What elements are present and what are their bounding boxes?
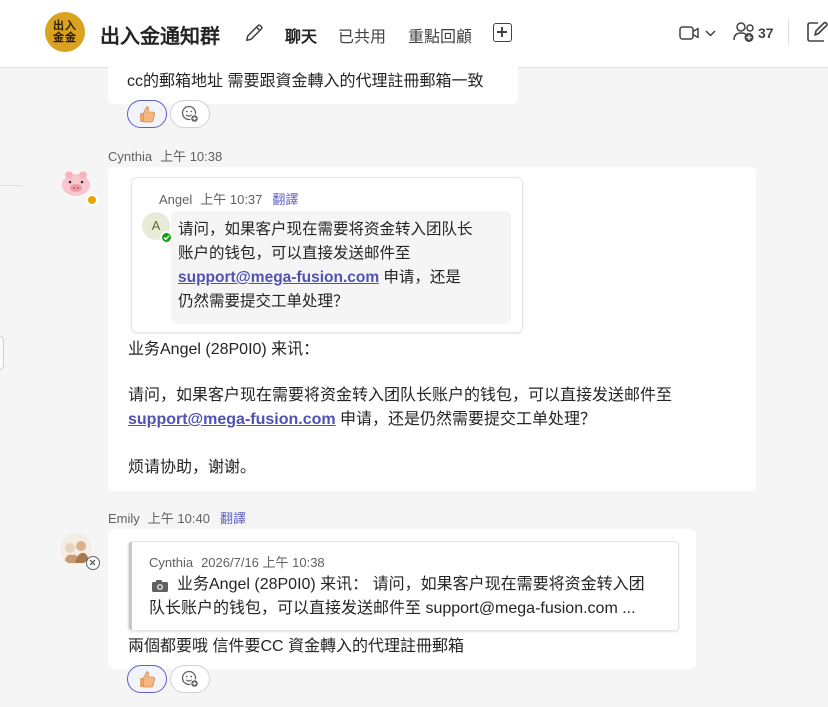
translate-link[interactable]: 翻譯	[272, 192, 298, 207]
reply-date: 2026/7/16 上午 10:38	[201, 555, 325, 570]
quoted-bubble: 请问，如果客户现在需要将资金转入团队长 账户的钱包，可以直接发送邮件至 supp…	[171, 211, 511, 324]
chat-title: 出入金通知群	[100, 26, 220, 48]
add-tab-icon[interactable]	[493, 23, 512, 42]
camera-icon	[152, 580, 168, 592]
check-icon	[163, 235, 170, 241]
left-rail	[0, 68, 22, 707]
add-reaction-icon	[181, 670, 199, 688]
message-bubble[interactable]: cc的郵箱地址 需要跟資金轉入的代理註冊郵箱一致	[108, 62, 518, 104]
thumbs-up-icon	[140, 106, 155, 123]
sender-name: Cynthia	[108, 149, 153, 164]
quoted-line: support@mega-fusion.com 申请，还是	[178, 266, 461, 290]
group-avatar[interactable]: 出入 金金	[45, 12, 85, 52]
group-avatar-line2: 金金	[53, 32, 77, 44]
rail-collapse-handle[interactable]	[0, 335, 4, 371]
reply-quote-bar	[129, 542, 132, 630]
sender-name: Emily	[108, 511, 140, 526]
reply-sender: Cynthia	[149, 555, 194, 570]
rail-divider	[0, 185, 22, 186]
group-avatar-line1: 出入	[53, 20, 77, 32]
support-email-link[interactable]: support@mega-fusion.com	[178, 269, 379, 286]
message-text: cc的郵箱地址 需要跟資金轉入的代理註冊郵箱一致	[127, 73, 484, 90]
tab-shared[interactable]: 已共用	[338, 23, 386, 47]
quoted-line: 仍然需要提交工单处理？	[178, 293, 349, 310]
reply-line: 业务Angel (28P0I0) 来讯： 请问，如果客户现在需要将资金转入团	[177, 576, 645, 593]
pop-out-chat-icon[interactable]	[806, 21, 828, 43]
reaction-like[interactable]	[127, 100, 167, 128]
translate-link[interactable]: 翻譯	[220, 511, 246, 526]
chat-header: 出入 金金 出入金通知群 聊天 已共用 重點回顧 37	[0, 0, 828, 68]
participants-icon[interactable]	[733, 21, 757, 43]
message-line: 请问，如果客户现在需要将资金转入团队长账户的钱包，可以直接发送邮件至	[128, 387, 673, 404]
tab-recap[interactable]: 重點回顧	[408, 23, 472, 47]
forwarded-message-card[interactable]: Angel 上午 10:37 翻譯 A 请问，如果客户现在需要将资金转入团队长 账户…	[131, 177, 523, 333]
reply-quote-card[interactable]: Cynthia 2026/7/16 上午 10:38 业务Angel (28P0I…	[128, 541, 679, 631]
edit-pencil-icon[interactable]	[243, 22, 265, 44]
quoted-line: 账户的钱包，可以直接发送邮件至	[178, 245, 411, 262]
message-time: 上午 10:38	[160, 149, 223, 164]
message-meta: Emily 上午 10:40 翻譯	[108, 508, 246, 527]
header-divider	[788, 18, 789, 46]
message-text: 兩個都要哦 信件要CC 資金轉入的代理註冊郵箱	[128, 638, 465, 655]
support-email-link[interactable]: support@mega-fusion.com	[128, 411, 336, 428]
add-reaction-icon	[181, 105, 199, 123]
away-status-icon	[86, 194, 98, 206]
message-bubble[interactable]: Angel 上午 10:37 翻譯 A 请问，如果客户现在需要将资金转入团队长 账户…	[108, 167, 756, 491]
quoted-line: 请问，如果客户现在需要将资金转入团队长	[178, 221, 473, 238]
reply-meta: Cynthia 2026/7/16 上午 10:38	[149, 552, 325, 571]
message-line-rest: 申请，还是仍然需要提交工单处理？	[335, 411, 597, 428]
thumbs-up-icon	[140, 671, 155, 688]
participant-count[interactable]: 37	[758, 25, 774, 41]
message-meta: Cynthia 上午 10:38	[108, 146, 222, 165]
add-reaction-button[interactable]	[170, 665, 210, 693]
reaction-like[interactable]	[127, 665, 167, 693]
quoted-line-rest: 申请，还是	[379, 269, 461, 286]
quoted-sender: Angel	[159, 192, 193, 207]
message-line: support@mega-fusion.com 申请，还是仍然需要提交工单处理？	[128, 408, 596, 432]
message-line: 业务Angel (28P0I0) 来讯：	[128, 341, 320, 358]
message-bubble[interactable]: Cynthia 2026/7/16 上午 10:38 业务Angel (28P0I…	[108, 529, 696, 669]
quoted-time: 上午 10:37	[200, 192, 263, 207]
tab-chat[interactable]: 聊天	[285, 23, 317, 47]
quoted-meta: Angel 上午 10:37 翻譯	[159, 189, 298, 208]
offline-status-icon	[86, 556, 100, 570]
video-call-icon[interactable]	[679, 24, 717, 42]
message-line: 烦请协助，谢谢。	[128, 459, 257, 476]
x-icon	[89, 559, 96, 566]
reply-line: 队长账户的钱包，可以直接发送邮件至 support@mega-fusion.co…	[149, 600, 636, 617]
add-reaction-button[interactable]	[170, 100, 210, 128]
message-time: 上午 10:40	[147, 511, 210, 526]
